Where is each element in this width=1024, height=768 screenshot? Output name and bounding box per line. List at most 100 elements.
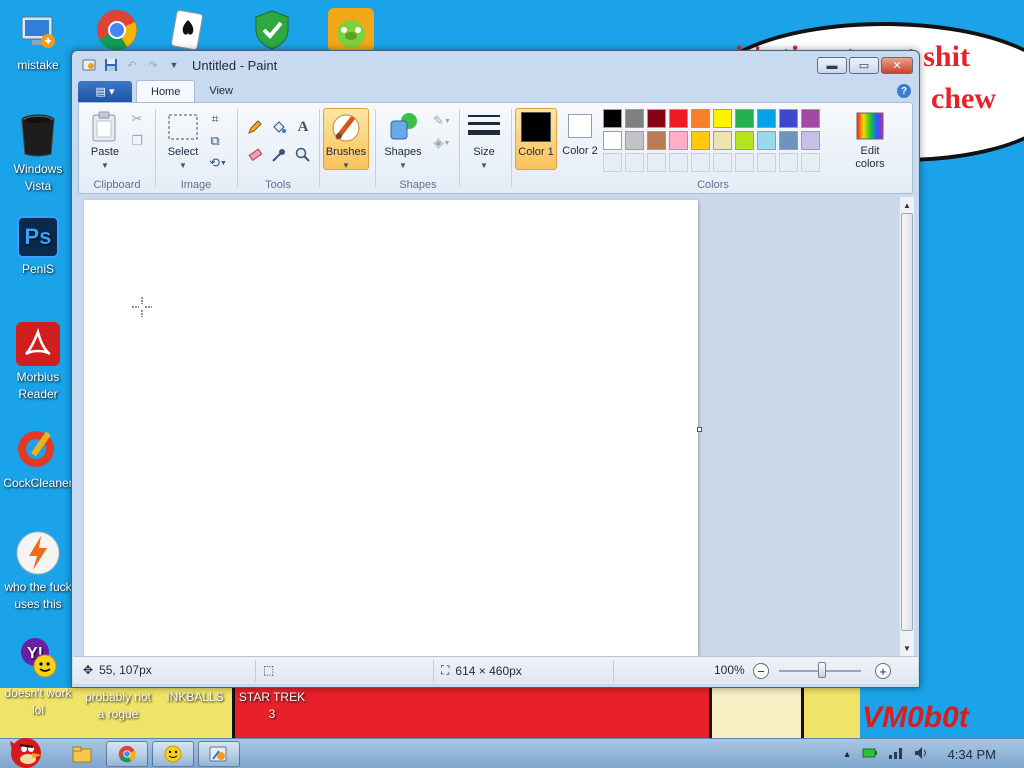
palette-color-swatch[interactable] xyxy=(735,109,754,128)
palette-color-swatch[interactable] xyxy=(691,131,710,150)
palette-color-swatch[interactable] xyxy=(801,109,820,128)
desktop-icon-morbius-reader[interactable]: Morbius Reader xyxy=(0,322,76,403)
palette-empty-swatch[interactable] xyxy=(691,153,710,172)
canvas-resize-handle-right[interactable] xyxy=(697,427,702,432)
palette-color-swatch[interactable] xyxy=(713,131,732,150)
close-button[interactable]: ✕ xyxy=(881,57,913,74)
palette-empty-swatch[interactable] xyxy=(735,153,754,172)
palette-empty-swatch[interactable] xyxy=(669,153,688,172)
palette-empty-swatch[interactable] xyxy=(801,153,820,172)
palette-color-swatch[interactable] xyxy=(647,131,666,150)
brushes-dropdown-icon: ▼ xyxy=(342,161,350,170)
zoom-slider-thumb[interactable] xyxy=(818,662,826,678)
shapes-button[interactable]: Shapes ▼ xyxy=(381,109,425,172)
rotate-icon[interactable]: ⟲ ▼ xyxy=(205,153,231,173)
scroll-down-icon[interactable]: ▼ xyxy=(900,641,914,655)
color1-button[interactable]: Color 1 xyxy=(515,108,557,170)
size-button[interactable]: Size ▼ xyxy=(462,109,506,172)
chrome-icon[interactable] xyxy=(95,8,139,52)
maximize-button[interactable]: ▭ xyxy=(849,57,879,74)
select-button[interactable]: Select ▼ xyxy=(161,109,205,172)
desktop-icon-mistake[interactable]: mistake xyxy=(0,8,76,74)
palette-color-swatch[interactable] xyxy=(669,109,688,128)
palette-empty-swatch[interactable] xyxy=(779,153,798,172)
palette-color-swatch[interactable] xyxy=(625,131,644,150)
edit-colors-button[interactable]: Edit colors xyxy=(845,108,895,171)
fill-bucket-icon[interactable] xyxy=(269,117,289,137)
palette-color-swatch[interactable] xyxy=(625,109,644,128)
magnifier-icon[interactable] xyxy=(293,145,313,165)
desktop-icon-windows-vista[interactable]: Windows Vista xyxy=(0,112,76,195)
resize-icon[interactable]: ⧉ xyxy=(205,131,225,151)
fill-icon[interactable]: ◈ ▼ xyxy=(429,133,455,153)
scrollbar-thumb[interactable] xyxy=(901,213,913,631)
watermark: VM0b0t xyxy=(862,701,969,734)
taskbar-paint[interactable] xyxy=(198,741,240,767)
line-size-icon xyxy=(468,111,500,143)
palette-color-swatch[interactable] xyxy=(757,109,776,128)
eraser-icon[interactable] xyxy=(245,145,265,165)
brushes-button[interactable]: Brushes ▼ xyxy=(323,108,369,170)
desktop-icon-winamp[interactable]: who the fuck uses this xyxy=(0,530,76,613)
paste-button[interactable]: Paste ▼ xyxy=(83,109,127,172)
battery-icon[interactable] xyxy=(862,747,878,762)
palette-empty-swatch[interactable] xyxy=(713,153,732,172)
copy-icon[interactable]: ❐ xyxy=(127,131,147,151)
image-group: Select ▼ ⌗ ⧉ ⟲ ▼ Image xyxy=(157,107,235,191)
volume-icon[interactable] xyxy=(914,746,930,763)
palette-empty-swatch[interactable] xyxy=(757,153,776,172)
palette-color-swatch[interactable] xyxy=(779,131,798,150)
palette-color-swatch[interactable] xyxy=(713,109,732,128)
zoom-in-button[interactable]: + xyxy=(875,663,891,679)
customize-qat-icon[interactable]: ▼ xyxy=(166,57,182,73)
title-bar[interactable]: ↶ ↷ ▼ Untitled - Paint ▬ ▭ ✕ xyxy=(72,51,919,79)
palette-empty-swatch[interactable] xyxy=(647,153,666,172)
outline-icon[interactable]: ✎ ▼ xyxy=(429,111,455,131)
minimize-button[interactable]: ▬ xyxy=(817,57,847,74)
palette-color-swatch[interactable] xyxy=(669,131,688,150)
text-icon[interactable]: A xyxy=(293,117,313,137)
desktop-icon-penis[interactable]: Ps PeniS xyxy=(0,216,76,278)
palette-color-swatch[interactable] xyxy=(647,109,666,128)
paint-app-icon[interactable] xyxy=(82,57,98,73)
solitaire-icon[interactable] xyxy=(168,8,212,52)
color-picker-icon[interactable] xyxy=(269,145,289,165)
security-shield-icon[interactable] xyxy=(250,8,294,52)
palette-color-swatch[interactable] xyxy=(603,109,622,128)
taskbar-yahoo[interactable] xyxy=(152,741,194,767)
palette-color-swatch[interactable] xyxy=(801,131,820,150)
drawing-canvas[interactable] xyxy=(84,200,698,656)
pencil-icon[interactable] xyxy=(245,117,265,137)
bad-piggies-icon[interactable] xyxy=(328,8,374,52)
paint-menu-button[interactable]: ▤ ▾ xyxy=(78,81,132,102)
tab-view[interactable]: View xyxy=(195,80,247,102)
cut-icon[interactable]: ✂ xyxy=(127,109,147,129)
network-icon[interactable] xyxy=(888,746,904,763)
taskbar-chrome[interactable] xyxy=(106,741,148,767)
scroll-up-icon[interactable]: ▲ xyxy=(900,198,914,212)
palette-color-swatch[interactable] xyxy=(735,131,754,150)
clipboard-group: Paste ▼ ✂ ❐ Clipboard xyxy=(79,107,155,191)
clock[interactable]: 4:34 PM xyxy=(948,747,996,762)
color2-button[interactable]: Color 2 xyxy=(559,108,601,158)
show-hidden-icons-icon[interactable]: ▲ xyxy=(843,749,852,759)
vertical-scrollbar[interactable]: ▲ ▼ xyxy=(899,197,914,656)
undo-icon[interactable]: ↶ xyxy=(124,57,140,73)
redo-icon[interactable]: ↷ xyxy=(145,57,161,73)
desktop-icon-yahoo[interactable]: Y! doesn't work lol xyxy=(0,636,76,719)
zoom-out-button[interactable]: − xyxy=(753,663,769,679)
rainbow-palette-icon xyxy=(854,110,886,142)
desktop-icon-cockcleaner[interactable]: CockCleaner xyxy=(0,426,76,492)
crop-icon[interactable]: ⌗ xyxy=(205,109,225,129)
palette-color-swatch[interactable] xyxy=(779,109,798,128)
palette-color-swatch[interactable] xyxy=(757,131,776,150)
taskbar-explorer[interactable] xyxy=(62,741,102,767)
palette-empty-swatch[interactable] xyxy=(625,153,644,172)
palette-color-swatch[interactable] xyxy=(691,109,710,128)
help-icon[interactable]: ? xyxy=(897,84,911,98)
start-button[interactable] xyxy=(2,733,46,768)
palette-empty-swatch[interactable] xyxy=(603,153,622,172)
save-icon[interactable] xyxy=(103,57,119,73)
tab-home[interactable]: Home xyxy=(136,80,196,102)
palette-color-swatch[interactable] xyxy=(603,131,622,150)
